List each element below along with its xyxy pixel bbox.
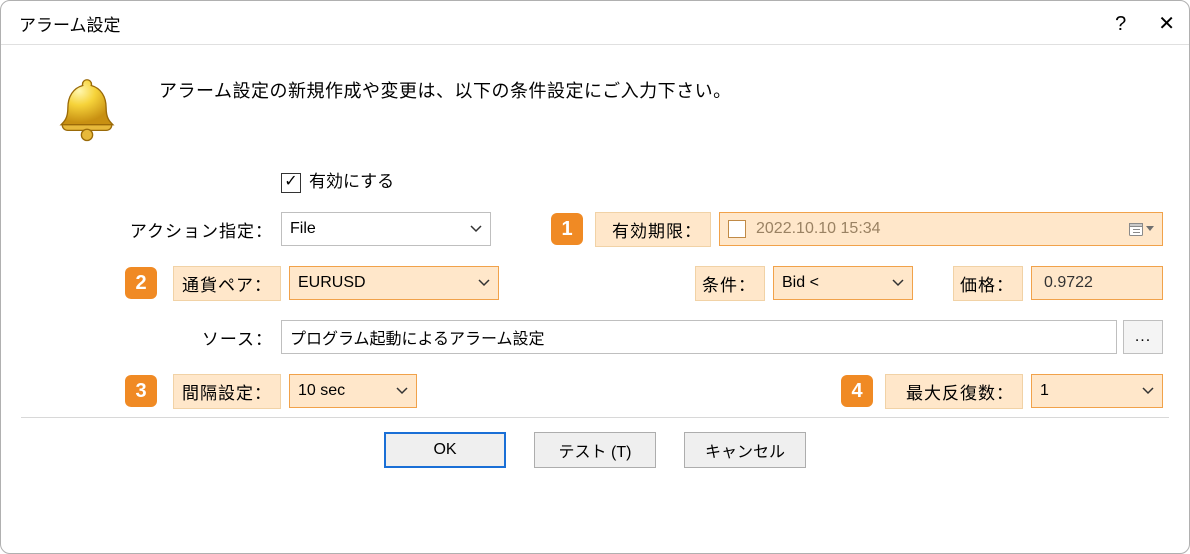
test-button[interactable]: テスト (T) (534, 432, 656, 468)
chevron-down-icon (1142, 382, 1154, 400)
enable-checkbox-label: 有効にする (309, 167, 394, 192)
annotation-marker-4: 4 (841, 375, 873, 407)
action-label: アクション指定： (111, 217, 281, 242)
expiry-date-value: 2022.10.10 15:34 (756, 220, 881, 238)
chevron-down-icon (470, 220, 482, 238)
interval-label: 間隔設定： (173, 374, 281, 409)
expiry-date-picker[interactable]: 2022.10.10 15:34 (719, 212, 1163, 246)
close-button[interactable]: ✕ (1158, 14, 1175, 34)
action-combo[interactable]: File (281, 212, 491, 246)
price-input-value: 0.9722 (1044, 274, 1093, 292)
ok-button[interactable]: OK (384, 432, 506, 468)
separator (21, 417, 1169, 418)
dialog-button-row: OK テスト (T) キャンセル (21, 432, 1169, 474)
cancel-button[interactable]: キャンセル (684, 432, 806, 468)
checkmark-icon: ✓ (284, 177, 297, 187)
source-label: ソース： (111, 325, 281, 350)
test-button-label: テスト (T) (559, 438, 632, 462)
ok-button-label: OK (433, 441, 456, 459)
chevron-down-icon (892, 274, 904, 292)
annotation-marker-3: 3 (125, 375, 157, 407)
content-area: アラーム設定の新規作成や変更は、以下の条件設定にご入力下さい。 ✓ 有効にする … (1, 45, 1189, 553)
cancel-button-label: キャンセル (705, 438, 785, 462)
maxrepeat-label: 最大反復数： (885, 374, 1023, 409)
annotation-marker-2: 2 (125, 267, 157, 299)
interval-combo-value: 10 sec (298, 382, 345, 400)
condition-combo[interactable]: Bid < (773, 266, 913, 300)
chevron-down-icon (478, 274, 490, 292)
price-input[interactable]: 0.9722 (1031, 266, 1163, 300)
alarm-editor-dialog: アラーム設定 ? ✕ (0, 0, 1190, 554)
pair-label: 通貨ペア： (173, 266, 281, 301)
help-button[interactable]: ? (1115, 14, 1126, 34)
source-input[interactable]: プログラム起動によるアラーム設定 (281, 320, 1117, 354)
maxrepeat-combo-value: 1 (1040, 382, 1049, 400)
browse-button-label: ... (1135, 328, 1151, 346)
titlebar-buttons: ? ✕ (1115, 14, 1175, 34)
action-combo-value: File (290, 220, 316, 238)
maxrepeat-combo[interactable]: 1 (1031, 374, 1163, 408)
expiry-label: 有効期限： (595, 212, 711, 247)
price-label: 価格： (953, 266, 1023, 301)
instruction-text: アラーム設定の新規作成や変更は、以下の条件設定にご入力下さい。 (159, 73, 732, 103)
pair-combo[interactable]: EURUSD (289, 266, 499, 300)
browse-button[interactable]: ... (1123, 320, 1163, 354)
window-title: アラーム設定 (19, 11, 121, 36)
condition-label: 条件： (695, 266, 765, 301)
calendar-icon[interactable] (1128, 221, 1154, 237)
bell-icon (51, 73, 123, 145)
annotation-marker-1: 1 (551, 213, 583, 245)
interval-combo[interactable]: 10 sec (289, 374, 417, 408)
source-input-value: プログラム起動によるアラーム設定 (290, 325, 545, 349)
expiry-enable-checkbox[interactable] (728, 220, 746, 238)
condition-combo-value: Bid < (782, 274, 819, 292)
chevron-down-icon (396, 382, 408, 400)
titlebar: アラーム設定 ? ✕ (1, 1, 1189, 45)
enable-checkbox[interactable]: ✓ (281, 173, 301, 193)
pair-combo-value: EURUSD (298, 274, 366, 292)
